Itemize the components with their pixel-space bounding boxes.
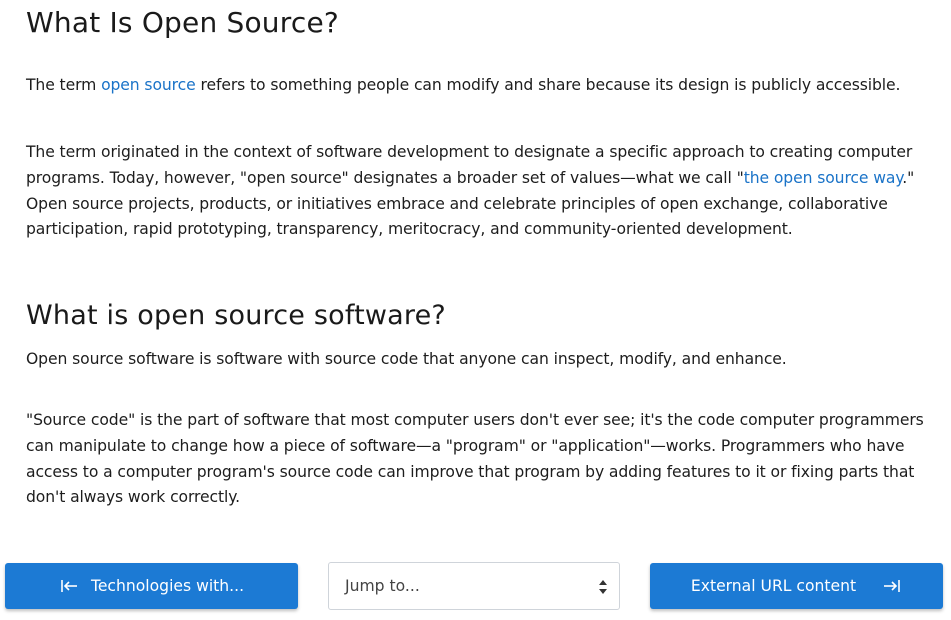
jump-to-select[interactable]: Jump to... <box>328 562 620 610</box>
open-source-link[interactable]: open source <box>101 76 196 94</box>
arrow-right-to-bar-icon <box>882 576 902 596</box>
paragraph-source-code: "Source code" is the part of software th… <box>26 411 924 507</box>
section-heading: What is open source software? <box>26 300 446 331</box>
paragraph-definition: Open source software is software with so… <box>26 350 787 368</box>
jump-to-placeholder: Jump to... <box>345 577 420 595</box>
page-title: What Is Open Source? <box>26 6 339 39</box>
next-page-button[interactable]: External URL content <box>650 563 943 609</box>
arrow-left-to-bar-icon <box>59 576 79 596</box>
paragraph-origin: The term originated in the context of so… <box>26 140 926 243</box>
paragraph-text: The term <box>26 76 102 94</box>
paragraph-intro: The term open source refers to something… <box>26 73 926 99</box>
next-page-label: External URL content <box>690 577 857 595</box>
previous-page-button[interactable]: Technologies with... <box>5 563 298 609</box>
sort-caret-icon <box>599 579 607 595</box>
paragraph-text: refers to something people can modify an… <box>195 76 901 94</box>
previous-page-label: Technologies with... <box>90 577 245 595</box>
open-source-way-link[interactable]: the open source way <box>744 169 903 187</box>
